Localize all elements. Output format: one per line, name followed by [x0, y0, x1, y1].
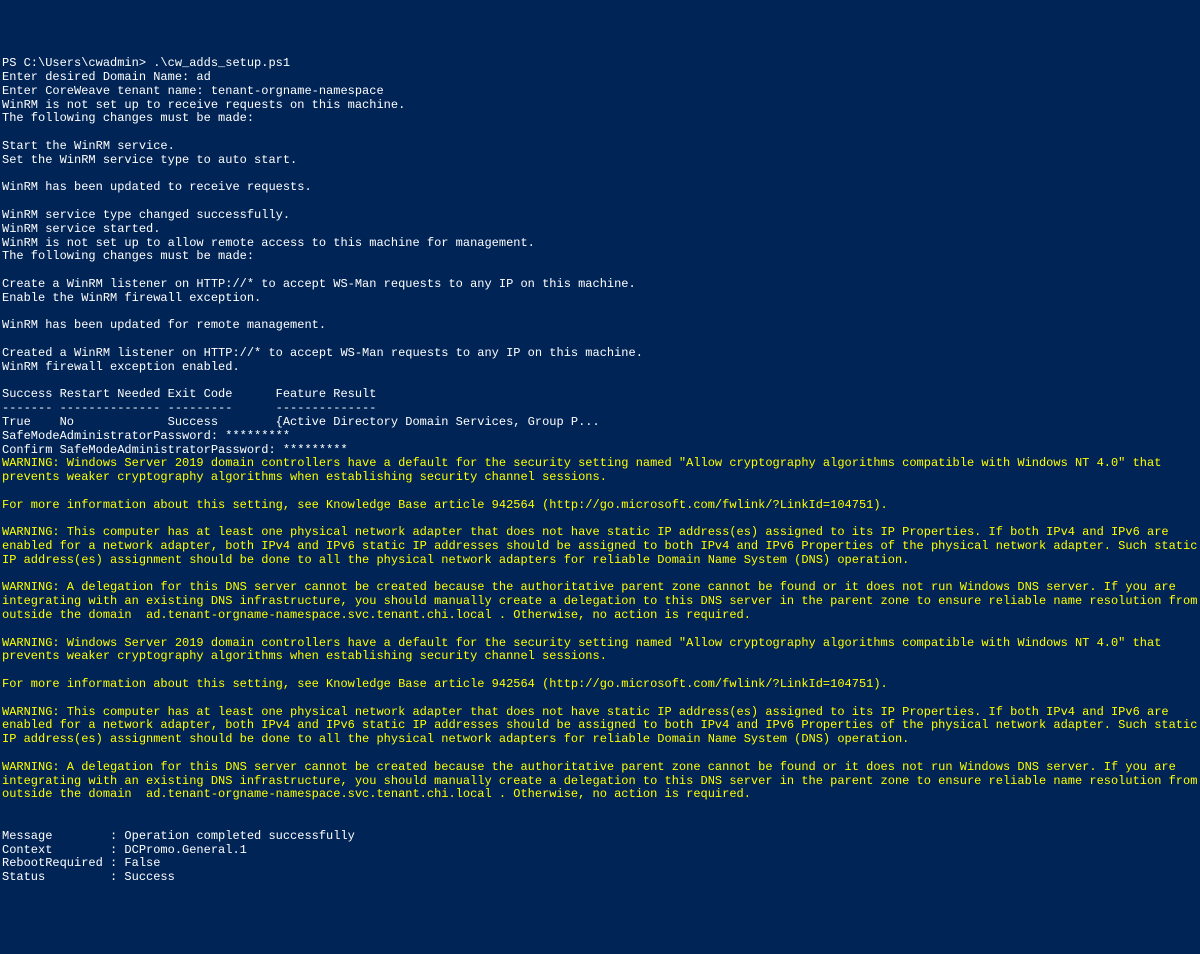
terminal-line [2, 623, 1198, 637]
terminal-line [2, 306, 1198, 320]
terminal-line [2, 816, 1198, 830]
terminal-line [2, 126, 1198, 140]
terminal-line: Confirm SafeModeAdministratorPassword: *… [2, 444, 1198, 458]
terminal-line [2, 264, 1198, 278]
terminal-line: Enter CoreWeave tenant name: tenant-orgn… [2, 85, 1198, 99]
terminal-line: WinRM service type changed successfully. [2, 209, 1198, 223]
terminal-line [2, 568, 1198, 582]
terminal-line: WARNING: Windows Server 2019 domain cont… [2, 637, 1198, 665]
terminal-line: WinRM is not set up to allow remote acce… [2, 237, 1198, 251]
terminal-line: Start the WinRM service. [2, 140, 1198, 154]
terminal-line: Create a WinRM listener on HTTP://* to a… [2, 278, 1198, 292]
terminal-line: WARNING: This computer has at least one … [2, 706, 1198, 747]
terminal-line: PS C:\Users\cwadmin> .\cw_adds_setup.ps1 [2, 57, 1198, 71]
terminal-line: WARNING: A delegation for this DNS serve… [2, 581, 1198, 622]
terminal-line: Set the WinRM service type to auto start… [2, 154, 1198, 168]
terminal-line [2, 692, 1198, 706]
terminal-line: The following changes must be made: [2, 250, 1198, 264]
terminal-line: WARNING: Windows Server 2019 domain cont… [2, 457, 1198, 485]
terminal-line [2, 195, 1198, 209]
terminal-line: For more information about this setting,… [2, 499, 1198, 513]
terminal-line [2, 375, 1198, 389]
terminal-line: ------- -------------- --------- -------… [2, 402, 1198, 416]
terminal-line: WinRM is not set up to receive requests … [2, 99, 1198, 113]
terminal-line: Success Restart Needed Exit Code Feature… [2, 388, 1198, 402]
terminal-line: True No Success {Active Directory Domain… [2, 416, 1198, 430]
terminal-line: WARNING: A delegation for this DNS serve… [2, 761, 1198, 802]
terminal-line: WinRM has been updated for remote manage… [2, 319, 1198, 333]
terminal-line: WinRM has been updated to receive reques… [2, 181, 1198, 195]
terminal-line: WinRM firewall exception enabled. [2, 361, 1198, 375]
terminal-line [2, 333, 1198, 347]
terminal-line: Message : Operation completed successful… [2, 830, 1198, 844]
terminal-line [2, 747, 1198, 761]
powershell-terminal[interactable]: PS C:\Users\cwadmin> .\cw_adds_setup.ps1… [2, 57, 1198, 885]
terminal-line: WinRM service started. [2, 223, 1198, 237]
terminal-line [2, 168, 1198, 182]
terminal-line: Enter desired Domain Name: ad [2, 71, 1198, 85]
terminal-line: Context : DCPromo.General.1 [2, 844, 1198, 858]
terminal-line [2, 512, 1198, 526]
terminal-line: The following changes must be made: [2, 112, 1198, 126]
terminal-line: RebootRequired : False [2, 857, 1198, 871]
terminal-line: SafeModeAdministratorPassword: ********* [2, 430, 1198, 444]
terminal-line [2, 664, 1198, 678]
terminal-line: For more information about this setting,… [2, 678, 1198, 692]
terminal-line: Status : Success [2, 871, 1198, 885]
terminal-line [2, 802, 1198, 816]
terminal-line: Created a WinRM listener on HTTP://* to … [2, 347, 1198, 361]
terminal-line: WARNING: This computer has at least one … [2, 526, 1198, 567]
terminal-line [2, 485, 1198, 499]
terminal-line: Enable the WinRM firewall exception. [2, 292, 1198, 306]
